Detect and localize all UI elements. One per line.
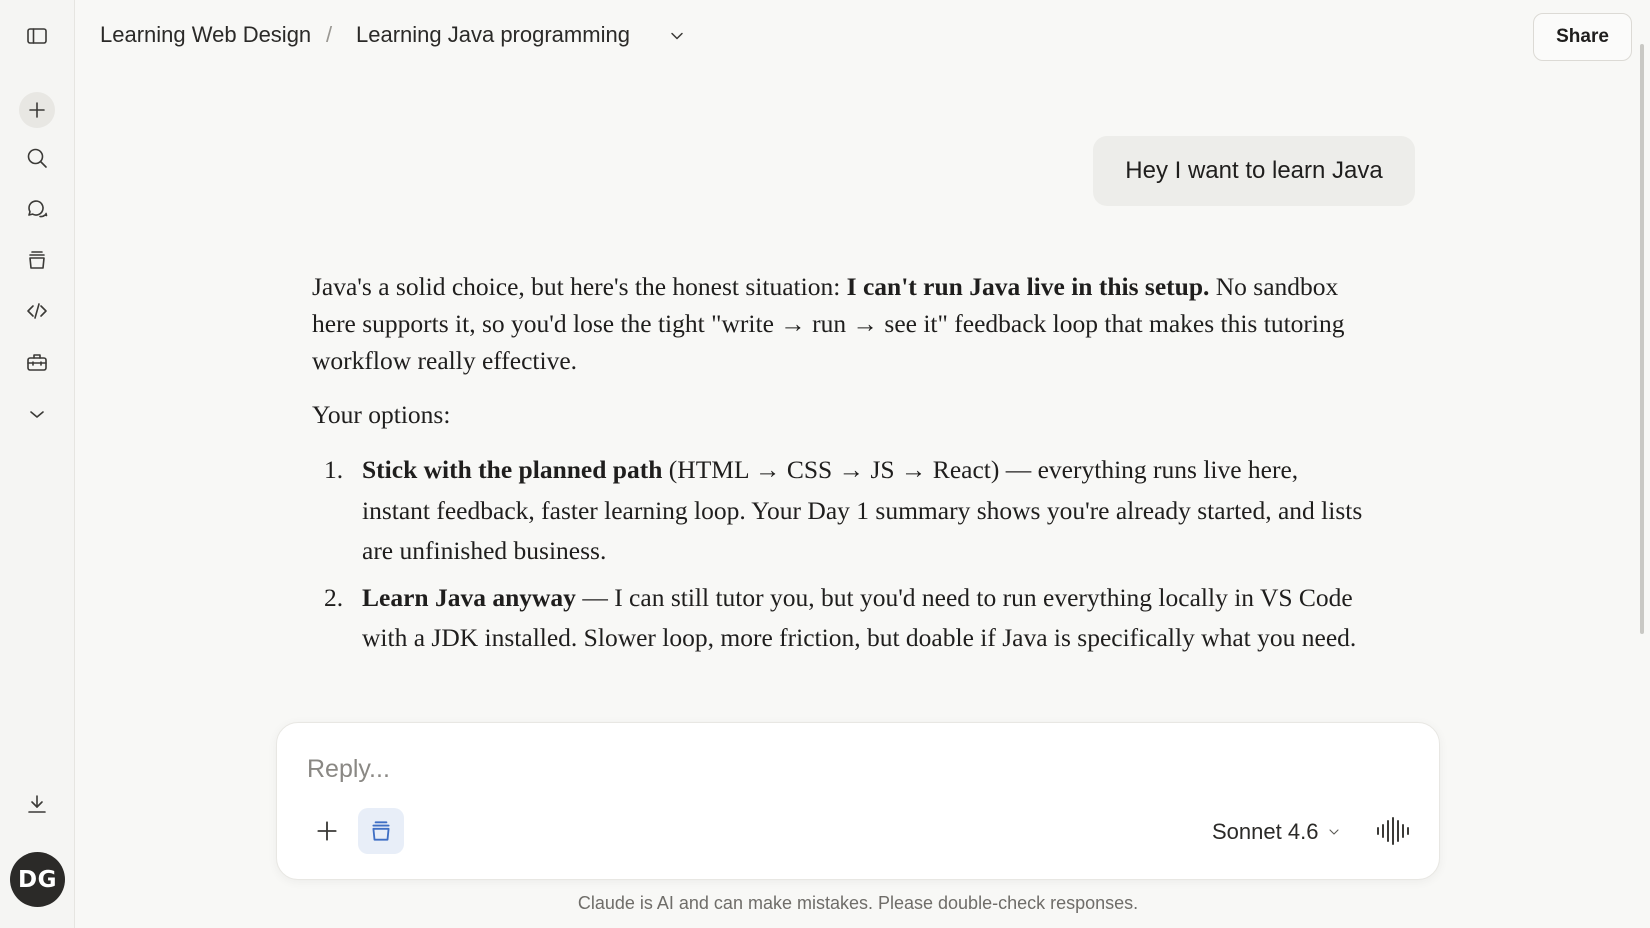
scrollbar[interactable] — [1640, 44, 1644, 634]
voice-button[interactable] — [1372, 810, 1414, 852]
sidebar-toggle-button[interactable] — [19, 18, 55, 54]
more-button[interactable] — [19, 396, 55, 432]
breadcrumb-separator: / — [326, 22, 333, 47]
projects-button[interactable] — [19, 242, 55, 278]
reply-input[interactable] — [307, 749, 1307, 789]
list-item-title: Learn Java anyway — [362, 582, 576, 612]
avatar[interactable]: DG — [10, 852, 65, 907]
chevron-down-icon — [1329, 829, 1339, 835]
list-number: 1. — [324, 455, 344, 484]
download-button[interactable] — [19, 786, 55, 822]
projects-icon — [372, 821, 390, 841]
chevron-down-icon — [671, 32, 683, 40]
text-span: Java's a solid choice, but here's the ho… — [312, 272, 847, 301]
list-item: 1. Stick with the planned path (HTML → CS… — [312, 450, 1372, 572]
disclaimer: Claude is AI and can make mistakes. Plea… — [577, 893, 1139, 913]
plus-icon — [317, 821, 337, 841]
composer: Sonnet 4.6 — [276, 722, 1440, 880]
user-message: Hey I want to learn Java — [1093, 136, 1415, 206]
model-name: Sonnet 4.6 — [1212, 819, 1319, 844]
chats-button[interactable] — [19, 191, 55, 227]
sidebar: DG — [0, 0, 75, 928]
chevron-down-icon — [30, 411, 44, 418]
plus-icon — [29, 102, 45, 118]
share-button[interactable]: Share — [1533, 13, 1632, 61]
toolbox-icon — [27, 354, 47, 371]
assistant-paragraph: Java's a solid choice, but here's the ho… — [312, 268, 1372, 379]
bold-text: I can't run Java live in this setup. — [846, 272, 1210, 301]
tools-button[interactable] — [19, 344, 55, 380]
search-button[interactable] — [19, 140, 55, 176]
chats-icon — [28, 200, 48, 218]
project-context-button[interactable] — [358, 808, 404, 854]
list-item: 2. Learn Java anyway — I can still tutor … — [312, 578, 1372, 659]
model-selector[interactable]: Sonnet 4.6 — [1212, 817, 1342, 847]
assistant-message: Java's a solid choice, but here's the ho… — [312, 268, 1372, 665]
code-button[interactable] — [19, 293, 55, 329]
code-icon — [27, 303, 47, 319]
download-icon — [28, 795, 46, 813]
search-icon — [27, 148, 47, 168]
assistant-paragraph: Your options: — [312, 400, 451, 429]
breadcrumb-project[interactable]: Learning Web Design — [100, 22, 311, 48]
voice-waveform-icon — [1377, 817, 1409, 845]
sidebar-toggle-icon — [27, 28, 47, 44]
list-item-title: Stick with the planned path — [362, 455, 663, 484]
attach-button[interactable] — [304, 808, 350, 854]
top-bar: Learning Web Design / Learning Java prog… — [75, 0, 1650, 72]
chat-options-button[interactable] — [663, 22, 691, 50]
options-list: 1. Stick with the planned path (HTML → CS… — [312, 450, 1372, 659]
breadcrumb-chat-title[interactable]: Learning Java programming — [356, 22, 630, 48]
new-chat-button[interactable] — [19, 92, 55, 128]
projects-icon — [29, 251, 45, 269]
list-number: 2. — [324, 582, 344, 612]
